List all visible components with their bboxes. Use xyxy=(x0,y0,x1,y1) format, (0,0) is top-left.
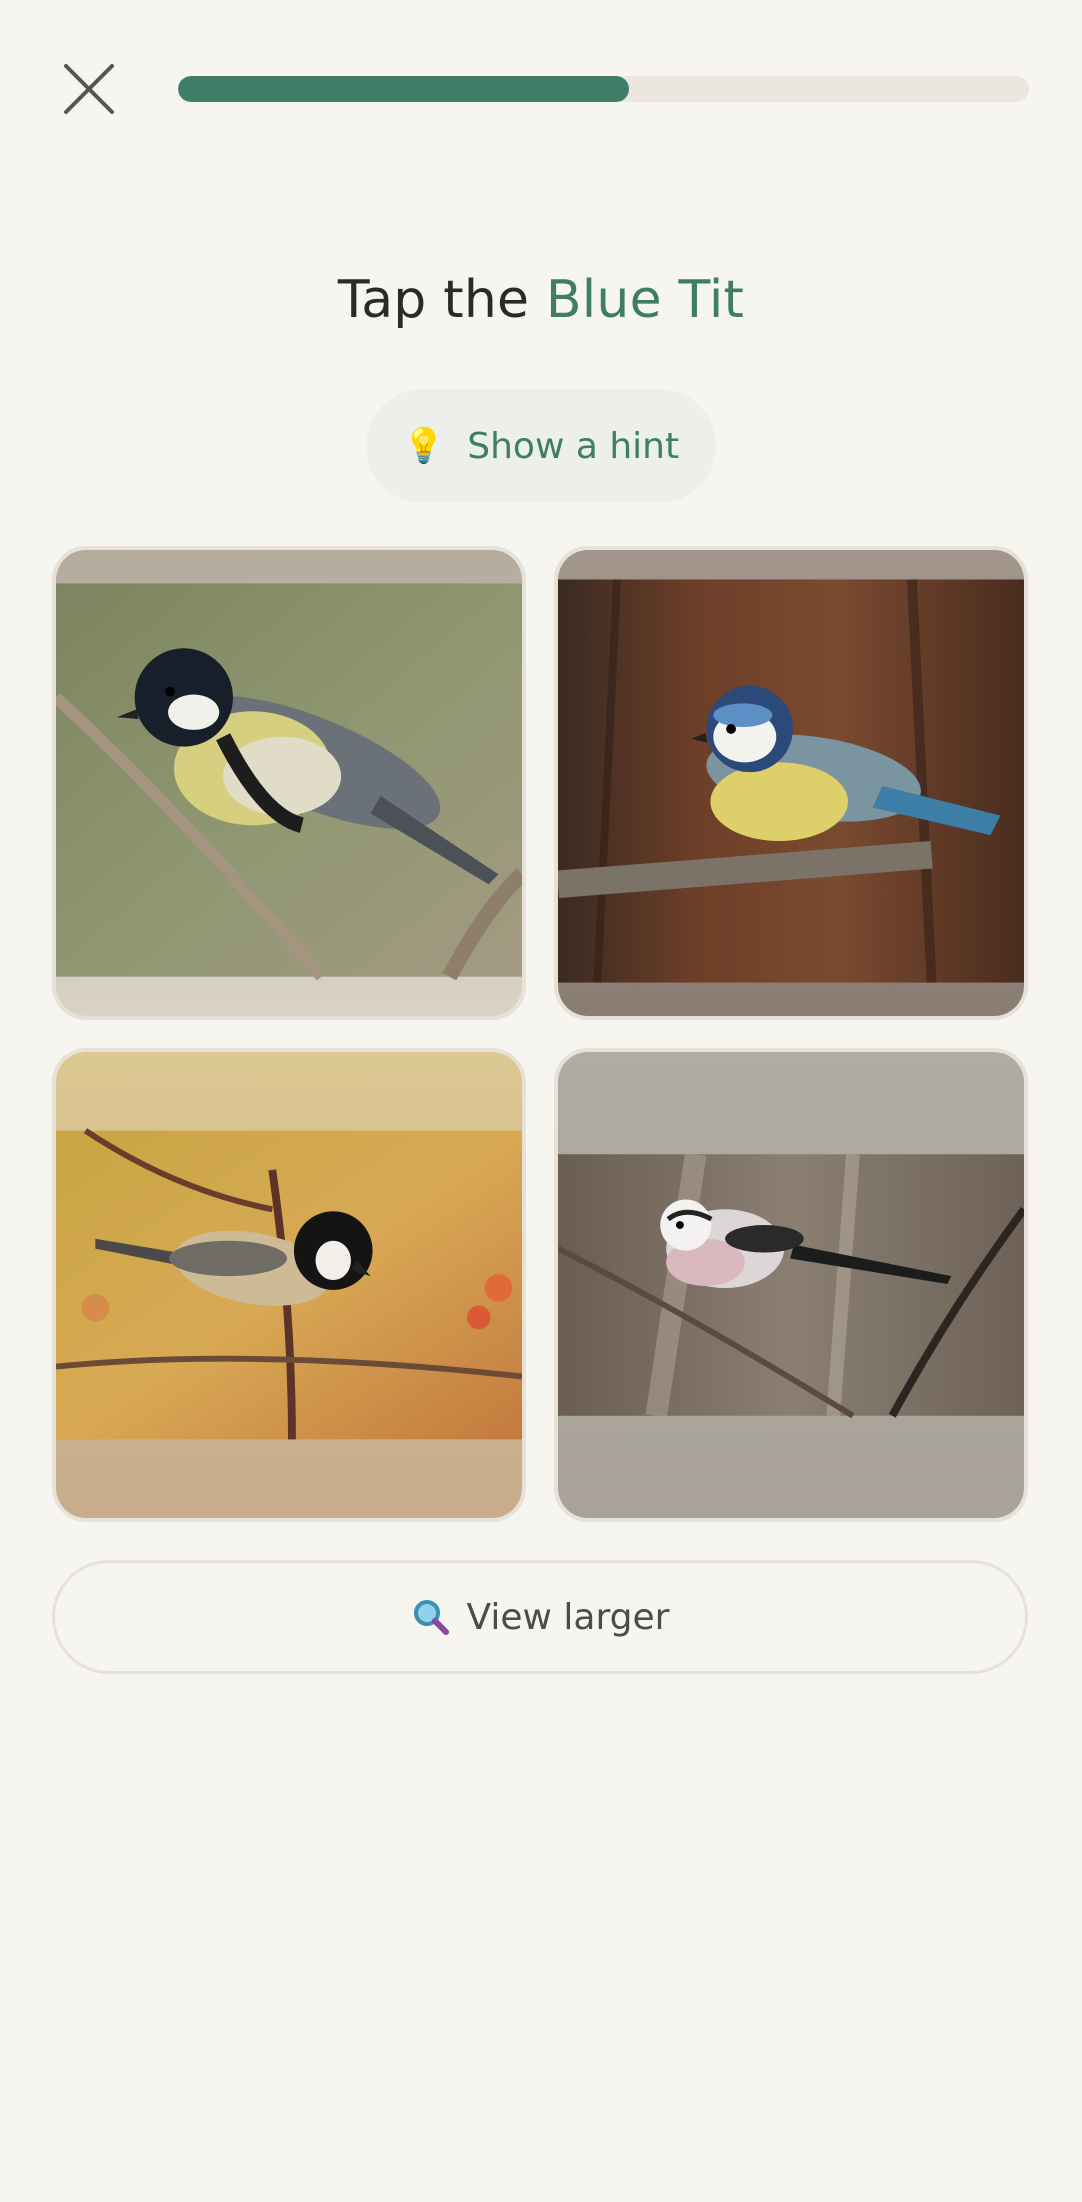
prompt-target-species: Blue Tit xyxy=(545,270,745,330)
coal-tit-photo xyxy=(56,1052,522,1518)
question-prompt: Tap the Blue Tit xyxy=(0,270,1082,330)
view-larger-button[interactable]: View larger xyxy=(52,1560,1028,1674)
show-hint-button[interactable]: 💡 Show a hint xyxy=(366,389,716,503)
magnifier-icon xyxy=(413,1600,449,1635)
progress-fill xyxy=(178,76,630,102)
progress-bar xyxy=(178,76,1029,102)
choice-blue-tit[interactable] xyxy=(554,546,1028,1020)
prompt-prefix: Tap the xyxy=(337,270,530,330)
close-icon xyxy=(64,64,114,114)
choice-great-tit[interactable] xyxy=(52,546,526,1020)
view-larger-label: View larger xyxy=(466,1596,670,1638)
great-tit-photo xyxy=(56,550,522,1016)
blue-tit-photo xyxy=(558,550,1024,1016)
lightbulb-icon: 💡 xyxy=(402,426,446,466)
choice-long-tailed-tit[interactable] xyxy=(554,1048,1028,1522)
close-button[interactable] xyxy=(56,56,122,122)
show-hint-label: Show a hint xyxy=(467,425,680,467)
long-tailed-tit-photo xyxy=(558,1052,1024,1518)
choice-coal-tit[interactable] xyxy=(52,1048,526,1522)
